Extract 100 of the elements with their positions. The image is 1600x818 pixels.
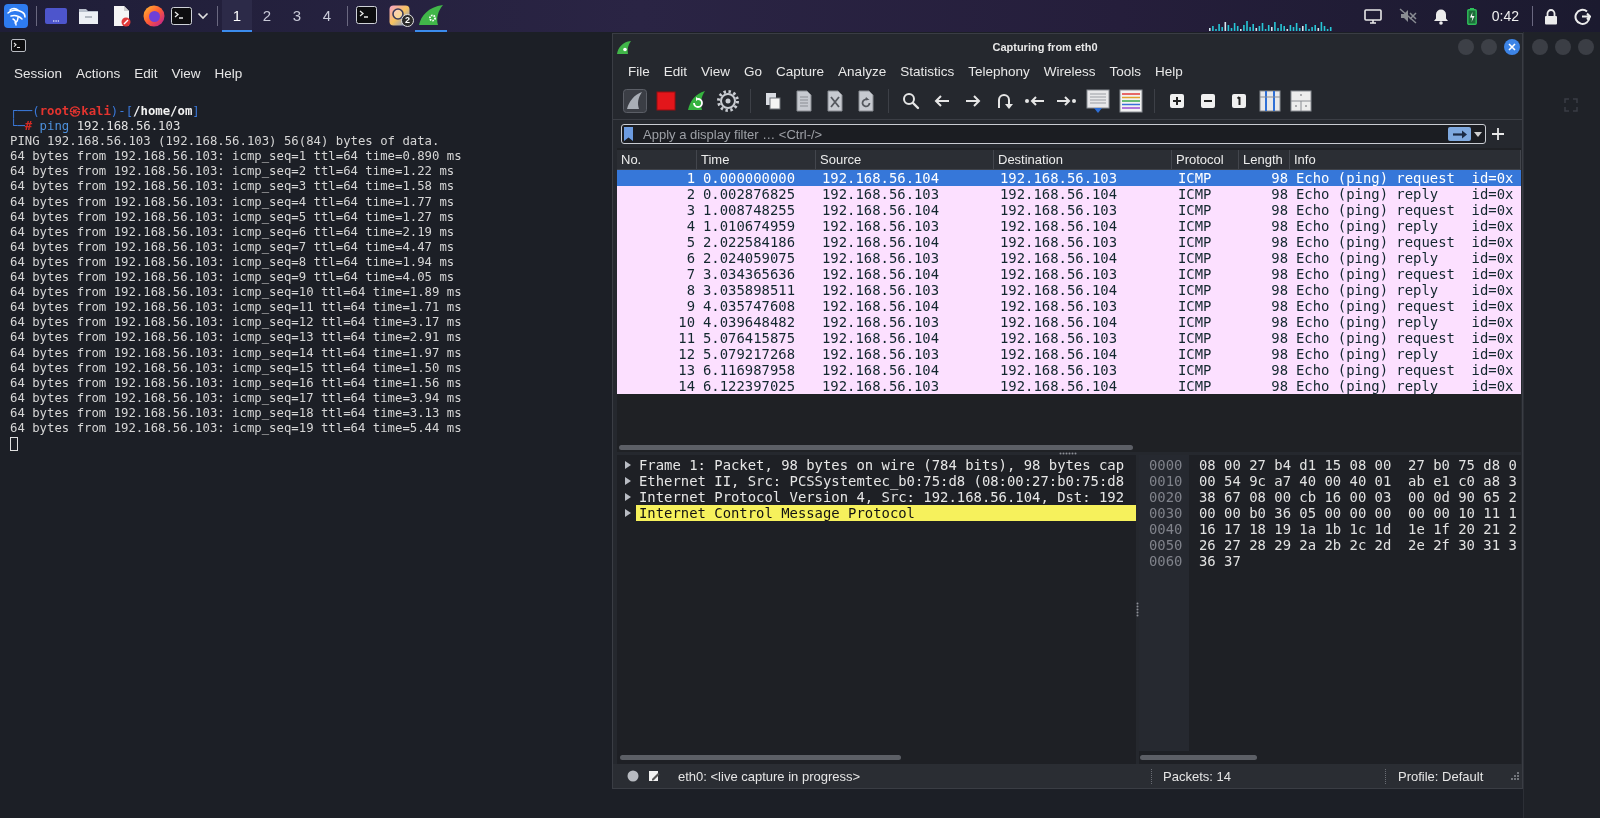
profile-label[interactable]: Profile: Default (1398, 768, 1484, 784)
menu-item[interactable]: Actions (76, 65, 121, 81)
table-cell-text: ICMP (1177, 250, 1213, 266)
table-cell-text: 192.168.56.103 (999, 362, 1119, 378)
columns-icon[interactable] (1258, 89, 1282, 113)
tree-item[interactable]: Internet Protocol Version 4, Src: 192.168.56.104, Dst: 192 (636, 489, 1136, 505)
table-cell-text: 6.116987958 (702, 362, 796, 378)
packet-row[interactable]: 10 4.039648482 192.168.56.103 192.168.56.104 ICMP 98 Echo (ping) reply id=0x (617, 314, 1521, 330)
scrollbar-thumb[interactable] (1140, 755, 1257, 760)
tree-item[interactable]: Frame 1: Packet, 98 bytes on wire (784 bits), 98 bytes cap (636, 457, 1136, 473)
table-cell-text: 98 (1270, 202, 1289, 218)
logo-icon[interactable] (4, 4, 28, 28)
logout-icon[interactable] (1574, 7, 1591, 25)
packet-row[interactable]: 4 1.010674959 192.168.56.103 192.168.56.104 ICMP 98 Echo (ping) reply id=0x (617, 218, 1521, 234)
table-cell-text: 8 (685, 282, 696, 298)
packet-row[interactable]: 11 5.076415875 192.168.56.104 192.168.56.103 ICMP 98 Echo (ping) request id=0x (617, 330, 1521, 346)
grid-icon[interactable] (1289, 89, 1313, 113)
terminal-icon[interactable] (171, 7, 192, 25)
hex-bytes: 00 00 b0 36 05 00 00 00 00 00 10 11 1 (1198, 505, 1517, 521)
packet-row[interactable]: 12 5.079217268 192.168.56.103 192.168.56.104 ICMP 98 Echo (ping) reply id=0x (617, 346, 1521, 362)
menu-item[interactable]: Telephony (961, 64, 1037, 79)
menu-item[interactable]: File (621, 64, 657, 79)
menu-item[interactable]: Statistics (893, 64, 962, 79)
filter-field[interactable]: Apply a display filter … <Ctrl-/> (621, 124, 1486, 144)
workspace-button[interactable]: 3 (282, 0, 312, 32)
muted-speaker-icon[interactable] (1398, 8, 1417, 24)
menu-item[interactable]: Edit (656, 64, 695, 79)
scrollbar-thumb[interactable] (620, 755, 901, 760)
column-header[interactable]: Length (1239, 150, 1290, 169)
packet-row[interactable]: 5 2.022584186 192.168.56.104 192.168.56.103 ICMP 98 Echo (ping) request id=0x (617, 234, 1521, 250)
packet-row[interactable]: 2 0.002876825 192.168.56.103 192.168.56.104 ICMP 98 Echo (ping) reply id=0x (617, 186, 1521, 202)
fin-icon (418, 4, 444, 26)
lock-icon[interactable] (1544, 7, 1558, 25)
packet-row[interactable]: 3 1.008748255 192.168.56.104 192.168.56.103 ICMP 98 Echo (ping) request id=0x (617, 202, 1521, 218)
column-header[interactable]: Info (1290, 150, 1521, 169)
table-cell-text: 98 (1270, 282, 1289, 298)
column-header[interactable]: Destination (994, 150, 1172, 169)
menu-item[interactable]: View (171, 65, 201, 81)
note-pencil-icon[interactable] (648, 770, 660, 782)
apply-button[interactable] (1448, 127, 1471, 141)
column-header[interactable]: No. (617, 150, 697, 169)
menu-item[interactable]: Go (737, 64, 770, 79)
table-cell-text: 98 (1270, 170, 1289, 186)
fin-icon[interactable] (623, 89, 647, 113)
menu-item[interactable]: Capture (769, 64, 832, 79)
caret-icon[interactable] (1474, 132, 1482, 137)
hex-offset: 0040 (1148, 521, 1184, 537)
menu-item[interactable]: Tools (1102, 64, 1148, 79)
packet-row[interactable]: 7 3.034365636 192.168.56.104 192.168.56.103 ICMP 98 Echo (ping) request id=0x (617, 266, 1521, 282)
list-down-icon[interactable] (1085, 88, 1111, 114)
close-button[interactable] (1504, 39, 1520, 55)
packet-row[interactable]: 6 2.024059075 192.168.56.103 192.168.56.104 ICMP 98 Echo (ping) reply id=0x (617, 250, 1521, 266)
menu-item[interactable]: Help (214, 65, 243, 81)
resize-grip-icon[interactable] (1511, 772, 1519, 780)
plus-icon[interactable] (1492, 128, 1504, 140)
scrollbar-thumb[interactable] (619, 444, 1133, 450)
window-title: Capturing from eth0 (991, 41, 1099, 53)
packet-row[interactable]: 14 6.122397025 192.168.56.103 192.168.56.104 ICMP 98 Echo (ping) reply id=0x (617, 378, 1521, 394)
hex-offset: 0020 (1148, 489, 1184, 505)
screen-icon[interactable] (1363, 8, 1382, 24)
tree-item[interactable]: Ethernet II, Src: PCSSystemtec_b0:75:d8 (08:00:27:b0:75:d8 (636, 473, 1136, 489)
menu-item[interactable]: Wireless (1036, 64, 1103, 79)
workspace-button[interactable]: 4 (312, 0, 342, 32)
grip-icon[interactable] (1136, 602, 1139, 617)
menu-item[interactable]: Help (1148, 64, 1190, 79)
workspace-button[interactable]: 2 (252, 0, 282, 32)
column-header[interactable]: Time (697, 150, 816, 169)
task-button[interactable]: 2 (385, 0, 414, 32)
table-cell-text: 192.168.56.103 (821, 218, 941, 234)
menu-item[interactable]: View (694, 64, 738, 79)
status-dot-icon[interactable] (627, 770, 639, 782)
workspace-button[interactable]: 1 (222, 0, 252, 32)
packet-row[interactable]: 13 6.116987958 192.168.56.104 192.168.56.103 ICMP 98 Echo (ping) request id=0x (617, 362, 1521, 378)
packet-row[interactable]: 1 0.000000000 192.168.56.104 192.168.56.103 ICMP 98 Echo (ping) request id=0x (617, 170, 1521, 186)
packet-row[interactable]: 8 3.035898511 192.168.56.103 192.168.56.104 ICMP 98 Echo (ping) reply id=0x (617, 282, 1521, 298)
column-header[interactable]: Protocol (1172, 150, 1239, 169)
menu-item[interactable]: Session (14, 65, 63, 81)
table-cell-text: 192.168.56.104 (821, 266, 941, 282)
bell-icon[interactable] (1432, 7, 1449, 25)
output-line: 64 bytes from 192.168.56.103: icmp_seq=9 ttl=64 time=4.05 ms (10, 270, 455, 286)
document-icon[interactable] (112, 5, 131, 27)
browser-icon[interactable] (143, 5, 165, 27)
menu-item[interactable]: Edit (134, 65, 158, 81)
column-header[interactable]: Source (816, 150, 994, 169)
battery-icon[interactable] (1466, 7, 1477, 25)
table-cell-text: 192.168.56.104 (821, 362, 941, 378)
grip-icon[interactable] (1058, 452, 1077, 455)
table-cell-text: 192.168.56.103 (999, 170, 1119, 186)
tree-item[interactable]: Internet Control Message Protocol (636, 505, 1136, 521)
table-cell-text: 192.168.56.104 (821, 234, 941, 250)
bookmark-icon[interactable] (624, 127, 633, 141)
packet-row[interactable]: 9 4.035747608 192.168.56.104 192.168.56.103 ICMP 98 Echo (ping) request id=0x (617, 298, 1521, 314)
clock[interactable]: 0:42 (1491, 8, 1519, 24)
stop-icon[interactable] (654, 89, 678, 113)
folder-icon[interactable] (78, 7, 99, 25)
settings-icon[interactable] (716, 89, 740, 113)
table-cell-text: 7 (685, 266, 696, 282)
caret-icon[interactable] (197, 12, 209, 20)
colored-lines-icon[interactable] (1118, 88, 1144, 114)
menu-item[interactable]: Analyze (831, 64, 894, 79)
